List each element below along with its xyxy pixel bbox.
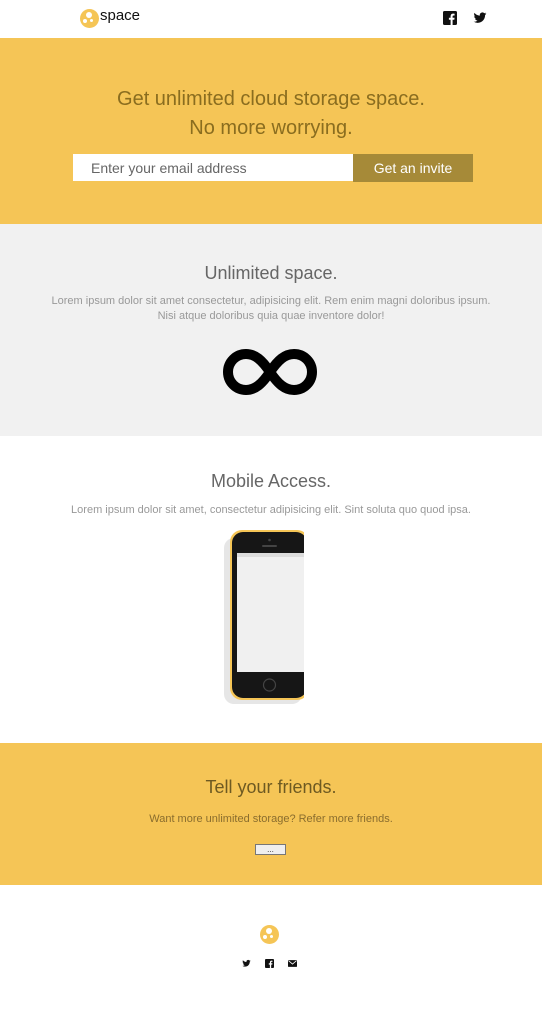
facebook-icon[interactable]: [443, 11, 457, 25]
unlimited-space-section: Unlimited space. Lorem ipsum dolor sit a…: [0, 224, 542, 436]
unlimited-title: Unlimited space.: [204, 263, 338, 283]
twitter-icon[interactable]: [473, 11, 487, 25]
unlimited-text-line1: Lorem ipsum dolor sit amet consectetur, …: [51, 295, 491, 307]
get-invite-button[interactable]: Get an invite: [353, 154, 473, 182]
unlimited-text-line2: Nisi atque doloribus quia quae inventore…: [157, 310, 385, 322]
hero-headline-line1: Get unlimited cloud storage space.: [117, 88, 425, 110]
brand-name[interactable]: space: [100, 7, 140, 24]
email-input[interactable]: [73, 154, 353, 181]
infinity-icon: [222, 348, 318, 396]
site-footer: [0, 885, 542, 1022]
refer-button[interactable]: ...: [255, 844, 286, 855]
hero-section: Get unlimited cloud storage space. No mo…: [0, 38, 542, 224]
smartphone-image: [224, 530, 304, 704]
space-logo-icon[interactable]: [260, 925, 279, 944]
mobile-access-section: Mobile Access. Lorem ipsum dolor sit ame…: [0, 436, 542, 743]
space-logo-icon[interactable]: [80, 9, 99, 28]
mail-icon[interactable]: [288, 959, 297, 968]
unlimited-text: Lorem ipsum dolor sit amet consectetur, …: [30, 294, 512, 324]
friends-title: Tell your friends.: [205, 777, 337, 797]
mobile-title: Mobile Access.: [210, 471, 332, 491]
twitter-icon[interactable]: [242, 959, 251, 968]
site-header: space: [0, 0, 542, 38]
friends-text: Want more unlimited storage? Refer more …: [149, 813, 393, 825]
hero-headline-line2: No more worrying.: [189, 117, 353, 139]
mobile-text: Lorem ipsum dolor sit amet, consectetur …: [71, 504, 471, 516]
tell-friends-section: Tell your friends. Want more unlimited s…: [0, 743, 542, 885]
hero-headline: Get unlimited cloud storage space. No mo…: [0, 85, 542, 143]
facebook-icon[interactable]: [265, 959, 274, 968]
